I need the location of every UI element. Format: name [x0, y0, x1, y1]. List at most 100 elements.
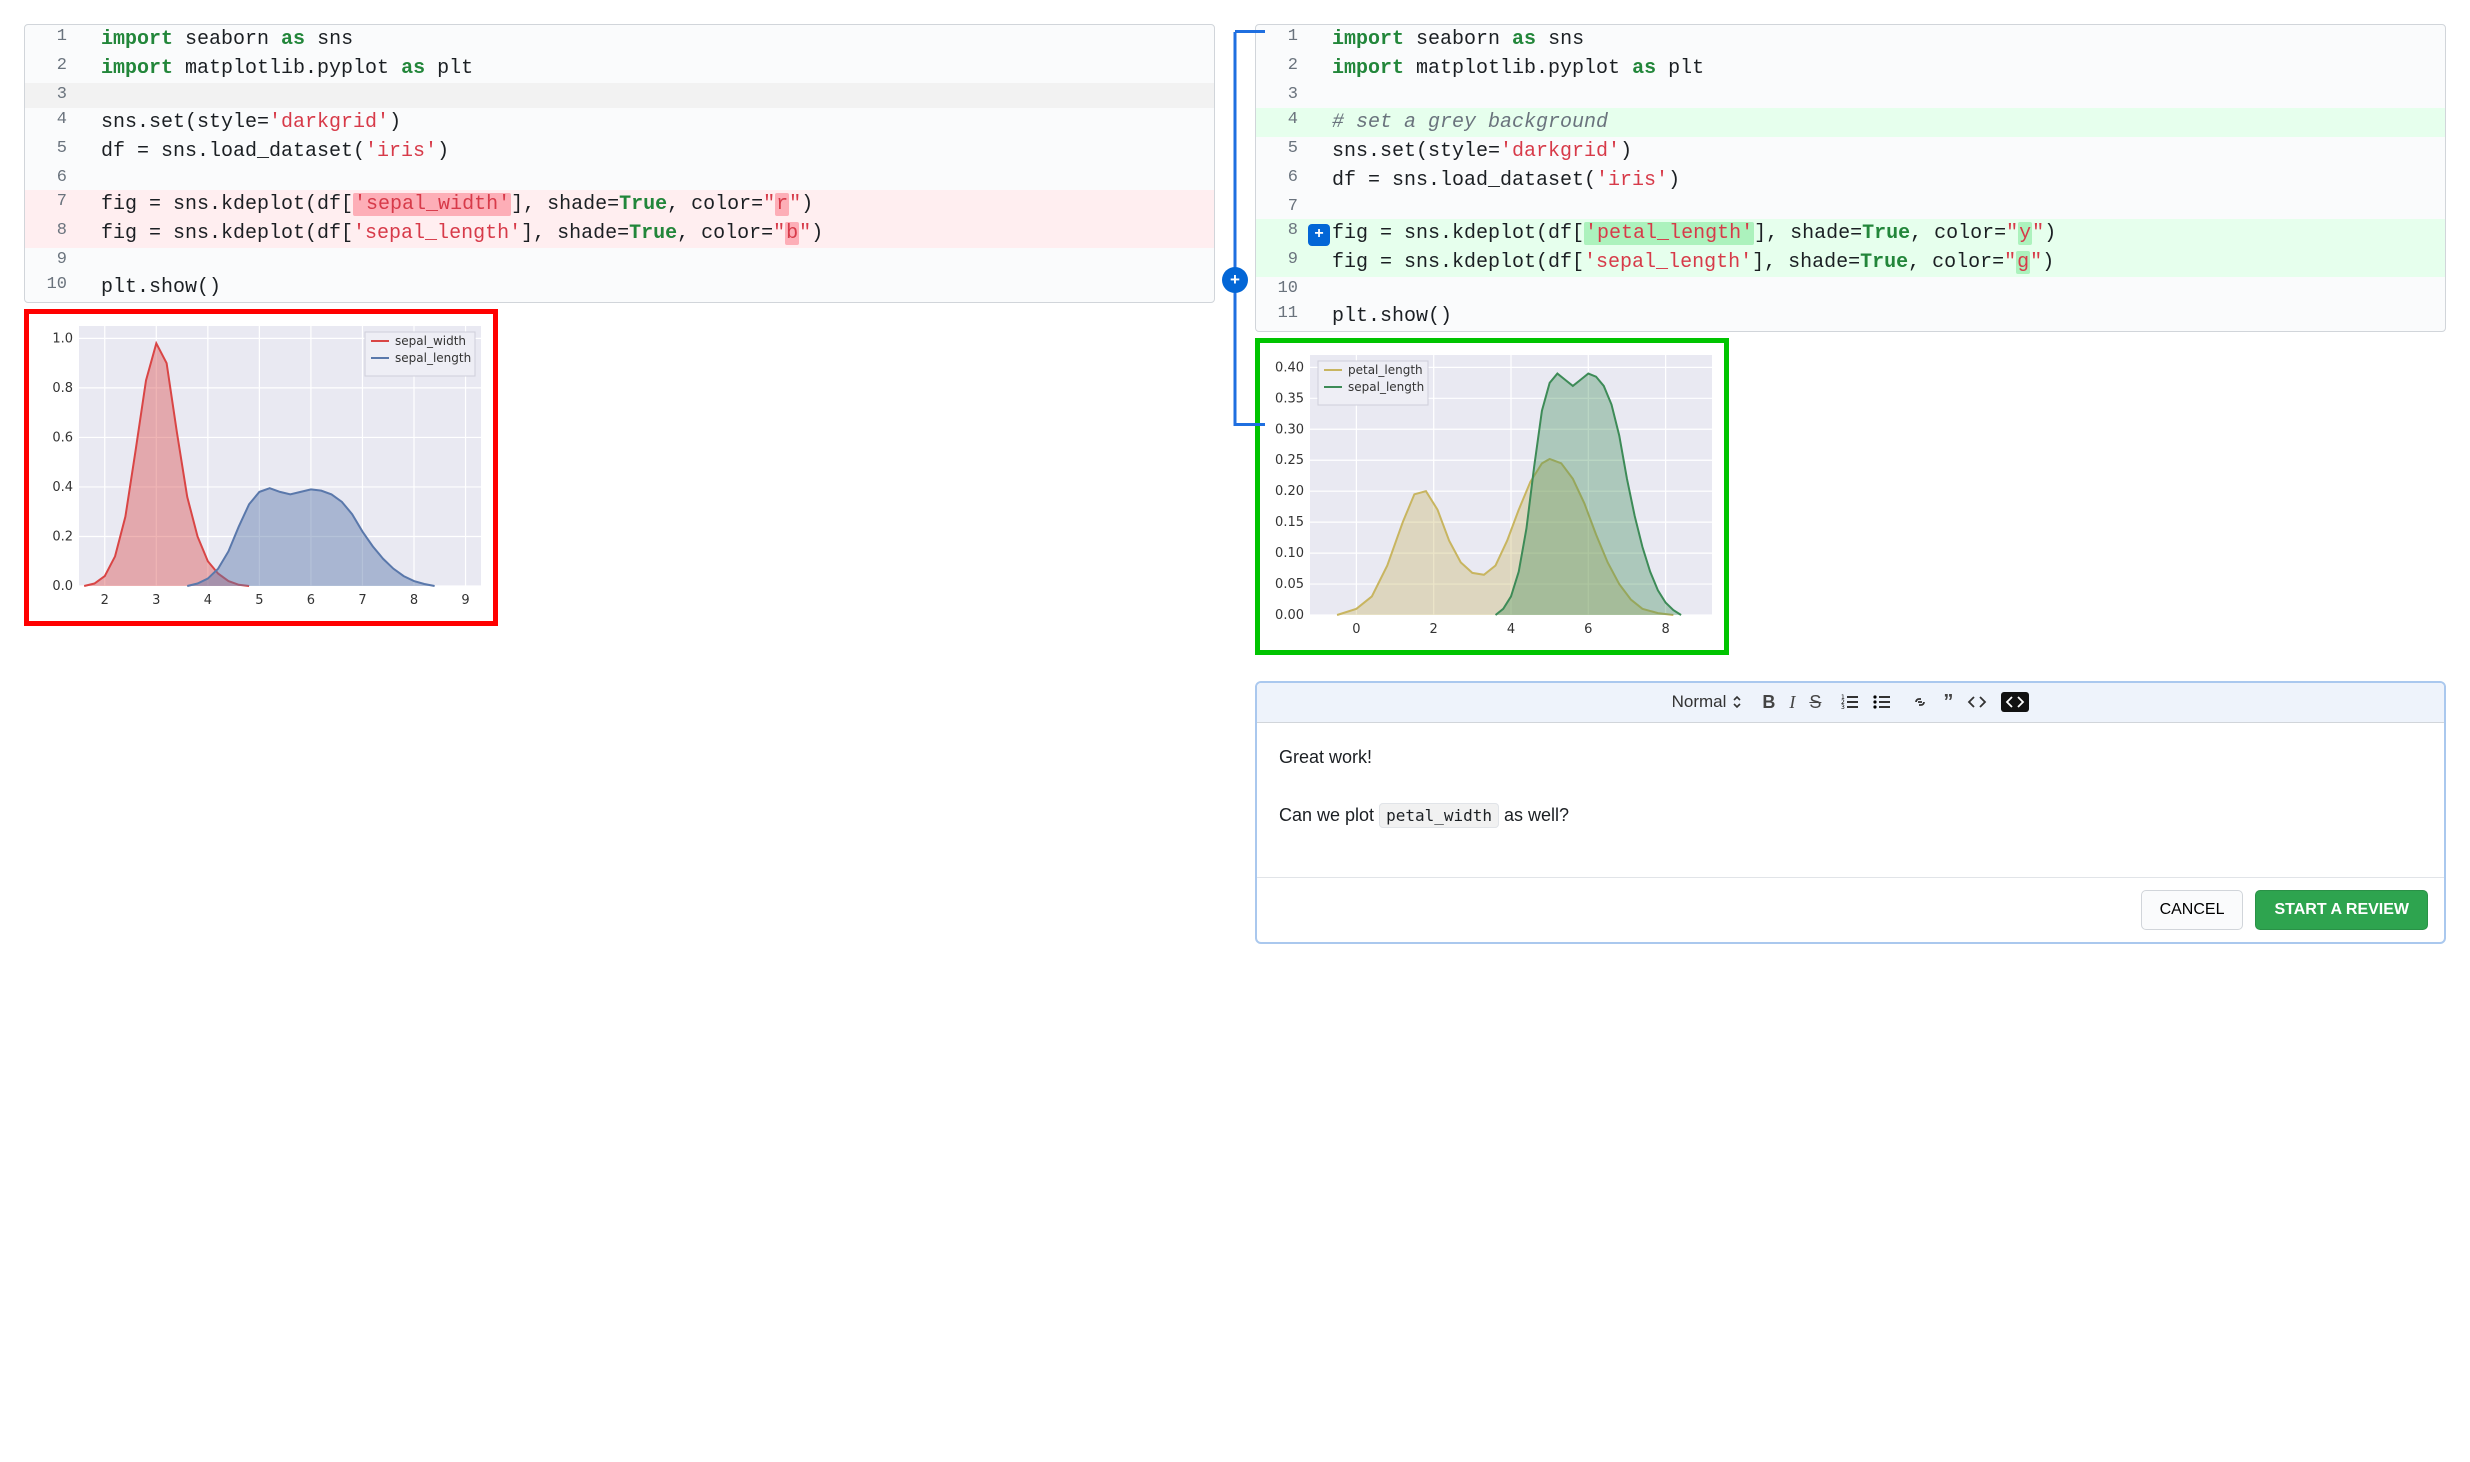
code-content: sns.set(style='darkgrid')	[101, 108, 1214, 137]
heading-select[interactable]: Normal	[1672, 692, 1743, 712]
svg-text:9: 9	[461, 593, 469, 608]
svg-text:5: 5	[255, 593, 263, 608]
code-line: 5df = sns.load_dataset('iris')	[25, 137, 1214, 166]
diff-right-pane: 1import seaborn as sns2 import matplotlib…	[1255, 24, 2446, 944]
code-line: 1 import seaborn as sns	[25, 25, 1214, 54]
code-line: 10	[1256, 277, 2445, 302]
code-line: 10 plt.show()	[25, 273, 1214, 302]
ordered-list-button[interactable]: 123	[1841, 694, 1859, 710]
svg-text:2: 2	[101, 593, 109, 608]
svg-text:0.6: 0.6	[52, 430, 73, 445]
svg-text:0.0: 0.0	[52, 579, 73, 594]
line-number: 8	[25, 219, 77, 248]
code-line: 8+fig = sns.kdeplot(df['petal_length'], …	[1256, 219, 2445, 248]
svg-text:0.05: 0.05	[1275, 577, 1304, 592]
svg-text:0.4: 0.4	[52, 480, 73, 495]
line-number: 2	[25, 54, 77, 83]
code-line: 8fig = sns.kdeplot(df['sepal_length'], s…	[25, 219, 1214, 248]
line-number: 5	[1256, 137, 1308, 166]
code-block-button[interactable]	[2001, 692, 2029, 712]
line-number: 6	[25, 166, 77, 191]
svg-text:sepal_width: sepal_width	[395, 334, 466, 348]
code-block-old: 1 import seaborn as sns2import matplotlib…	[24, 24, 1215, 303]
strike-button[interactable]: S	[1809, 692, 1821, 713]
svg-text:0.30: 0.30	[1275, 422, 1304, 437]
svg-text:3: 3	[1841, 704, 1845, 710]
code-content	[101, 83, 1214, 108]
comment-actions: CANCEL START A REVIEW	[1257, 877, 2444, 942]
code-line: 6	[25, 166, 1214, 191]
code-line: 7	[1256, 195, 2445, 220]
svg-text:7: 7	[358, 593, 366, 608]
comment-editor[interactable]: Great work! Can we plot petal_width as w…	[1257, 723, 2444, 877]
plot-new-frame: 024680.000.050.100.150.200.250.300.350.4…	[1255, 338, 1729, 655]
link-button[interactable]	[1911, 694, 1929, 710]
code-content: import seaborn as sns	[1332, 25, 2445, 54]
svg-text:8: 8	[410, 593, 418, 608]
line-number: 11	[1256, 302, 1308, 331]
line-number: 2	[1256, 54, 1308, 83]
svg-text:6: 6	[1584, 622, 1592, 637]
code-content: plt.show()	[1332, 302, 2445, 331]
code-line: 3	[25, 83, 1214, 108]
svg-text:0.00: 0.00	[1275, 608, 1304, 623]
line-number: 3	[1256, 83, 1308, 108]
code-line: 3	[1256, 83, 2445, 108]
line-number: 4	[25, 108, 77, 137]
line-number: 9	[25, 248, 77, 273]
code-content: sns.set(style='darkgrid')	[1332, 137, 2445, 166]
svg-text:0.8: 0.8	[52, 381, 73, 396]
line-number: 8	[1256, 219, 1308, 248]
code-line: 5 sns.set(style='darkgrid')	[1256, 137, 2445, 166]
plot-old: 234567890.00.20.40.60.81.0sepal_widthsep…	[31, 316, 491, 619]
link-icon	[1911, 694, 1929, 710]
italic-button[interactable]: I	[1789, 692, 1795, 713]
code-button[interactable]	[1967, 694, 1987, 710]
svg-text:4: 4	[1507, 622, 1515, 637]
code-content: import matplotlib.pyplot as plt	[1332, 54, 2445, 83]
svg-text:0.25: 0.25	[1275, 453, 1304, 468]
ordered-list-icon: 123	[1841, 694, 1859, 710]
svg-text:0.20: 0.20	[1275, 484, 1304, 499]
svg-text:0: 0	[1352, 622, 1360, 637]
bold-button[interactable]: B	[1762, 692, 1775, 713]
svg-text:1.0: 1.0	[52, 331, 73, 346]
diff-divider: +	[1217, 18, 1253, 944]
line-number: 7	[25, 190, 77, 219]
code-content: # set a grey background	[1332, 108, 2445, 137]
code-content: import seaborn as sns	[101, 25, 1214, 54]
unordered-list-button[interactable]	[1873, 694, 1891, 710]
code-content: fig = sns.kdeplot(df['sepal_width'], sha…	[101, 190, 1214, 219]
diff-left-pane: 1 import seaborn as sns2import matplotlib…	[24, 24, 1215, 944]
code-content	[1332, 277, 2445, 302]
comment-line: Great work!	[1279, 743, 2422, 772]
line-number: 1	[25, 25, 77, 54]
code-block-new: 1import seaborn as sns2 import matplotlib…	[1255, 24, 2446, 332]
code-line: 2 import matplotlib.pyplot as plt	[1256, 54, 2445, 83]
svg-text:8: 8	[1661, 622, 1669, 637]
svg-text:sepal_length: sepal_length	[395, 351, 471, 365]
code-content: df = sns.load_dataset('iris')	[101, 137, 1214, 166]
quote-button[interactable]: ”	[1943, 691, 1953, 714]
add-comment-button[interactable]: +	[1308, 224, 1330, 246]
code-content	[101, 248, 1214, 273]
svg-text:0.15: 0.15	[1275, 515, 1304, 530]
plot-old-frame: 234567890.00.20.40.60.81.0sepal_widthsep…	[24, 309, 498, 626]
code-content: plt.show()	[101, 273, 1214, 302]
code-line: 2import matplotlib.pyplot as plt	[25, 54, 1214, 83]
cancel-button[interactable]: CANCEL	[2141, 890, 2244, 930]
code-content	[101, 166, 1214, 191]
svg-text:0.40: 0.40	[1275, 360, 1304, 375]
code-line: 1import seaborn as sns	[1256, 25, 2445, 54]
svg-text:0.35: 0.35	[1275, 391, 1304, 406]
line-number: 10	[25, 273, 77, 302]
line-number: 6	[1256, 166, 1308, 195]
code-line: 6df = sns.load_dataset('iris')	[1256, 166, 2445, 195]
expand-icon: +	[1222, 267, 1248, 293]
unordered-list-icon	[1873, 694, 1891, 710]
select-caret-icon	[1732, 695, 1742, 709]
code-line: 7 fig = sns.kdeplot(df['sepal_width'], sh…	[25, 190, 1214, 219]
plot-new: 024680.000.050.100.150.200.250.300.350.4…	[1262, 345, 1722, 648]
code-content: fig = sns.kdeplot(df['petal_length'], sh…	[1332, 219, 2445, 248]
start-review-button[interactable]: START A REVIEW	[2255, 890, 2428, 930]
